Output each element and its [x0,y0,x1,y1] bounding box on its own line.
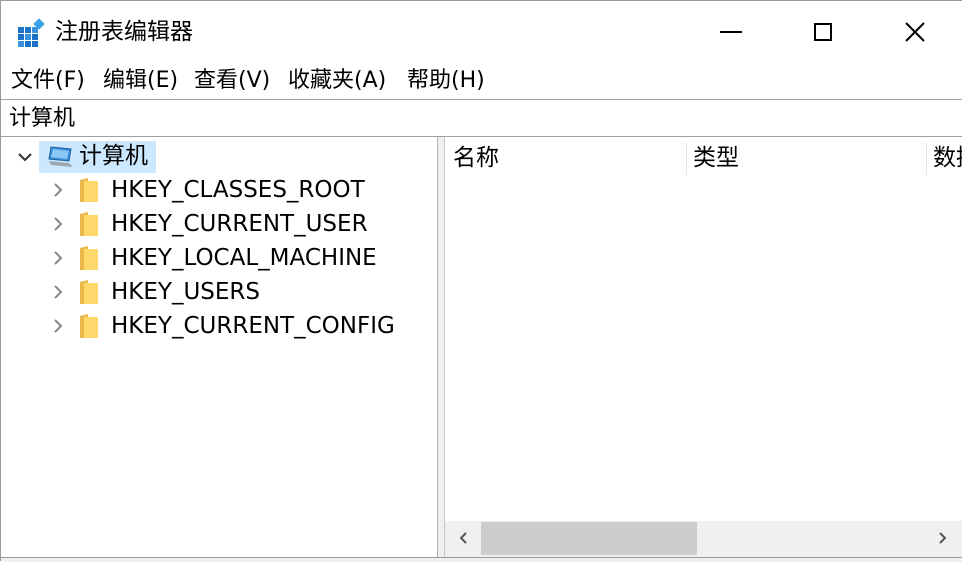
scroll-left-icon[interactable] [457,531,471,545]
list-header: 名称 类型 数据 [445,137,962,179]
tree-item-hkey-classes-root[interactable]: HKEY_CLASSES_ROOT [1,173,438,207]
window-bottom-edge [1,557,962,562]
chevron-right-icon[interactable] [51,183,65,197]
menu-edit[interactable]: 编辑(E) [103,66,178,96]
menu-favorites[interactable]: 收藏夹(A) [288,66,386,96]
address-bar[interactable]: 计算机 [1,99,962,137]
folder-icon [80,246,98,270]
scroll-right-icon[interactable] [935,531,949,545]
column-divider[interactable] [926,143,927,175]
tree-item-label: HKEY_LOCAL_MACHINE [111,245,377,271]
computer-icon [48,146,73,167]
values-list-pane[interactable]: 名称 类型 数据 [445,137,962,557]
maximize-button[interactable] [777,1,869,63]
chevron-down-icon[interactable] [18,150,32,164]
menu-help[interactable]: 帮助(H) [407,66,485,96]
pane-splitter[interactable] [438,137,445,557]
chevron-right-icon[interactable] [51,285,65,299]
tree-item-hkey-users[interactable]: HKEY_USERS [1,275,438,309]
column-divider[interactable] [686,143,687,175]
menu-view[interactable]: 查看(V) [194,66,270,96]
maximize-icon [814,23,832,41]
registry-editor-window: 注册表编辑器 文件(F) 编辑(E) 查看(V) 收藏夹(A) 帮助(H) 计算… [0,0,962,562]
menu-file[interactable]: 文件(F) [11,66,85,96]
tree-item-hkey-current-config[interactable]: HKEY_CURRENT_CONFIG [1,309,438,343]
folder-icon [80,314,98,338]
minimize-button[interactable] [685,1,777,63]
chevron-right-icon[interactable] [51,319,65,333]
scrollbar-thumb[interactable] [481,522,697,555]
horizontal-scrollbar[interactable] [445,521,962,557]
close-button[interactable] [869,1,961,63]
folder-icon [80,280,98,304]
registry-editor-icon [18,18,45,47]
folder-icon [80,212,98,236]
tree-item-computer[interactable]: 计算机 [1,139,438,173]
minimize-icon [720,31,742,33]
tree-item-label: HKEY_CLASSES_ROOT [111,177,365,203]
menu-bar: 文件(F) 编辑(E) 查看(V) 收藏夹(A) 帮助(H) [1,63,962,99]
title-bar[interactable]: 注册表编辑器 [1,1,962,63]
tree-item-label: HKEY_USERS [111,279,261,305]
tree-item-label: HKEY_CURRENT_CONFIG [111,313,395,339]
tree-item-label: 计算机 [79,143,148,169]
tree-pane: 计算机 HKEY_CLASSES_ROOT HKEY_CURRENT_USER … [1,137,438,557]
column-header-name[interactable]: 名称 [453,143,499,173]
tree-item-hkey-local-machine[interactable]: HKEY_LOCAL_MACHINE [1,241,438,275]
window-title: 注册表编辑器 [55,19,193,45]
close-icon [905,22,925,42]
tree-item-hkey-current-user[interactable]: HKEY_CURRENT_USER [1,207,438,241]
folder-icon [80,178,98,202]
column-header-type[interactable]: 类型 [693,143,739,173]
chevron-right-icon[interactable] [51,251,65,265]
address-path[interactable]: 计算机 [9,105,75,133]
tree-item-label: HKEY_CURRENT_USER [111,211,368,237]
chevron-right-icon[interactable] [51,217,65,231]
column-header-data[interactable]: 数据 [933,143,962,173]
